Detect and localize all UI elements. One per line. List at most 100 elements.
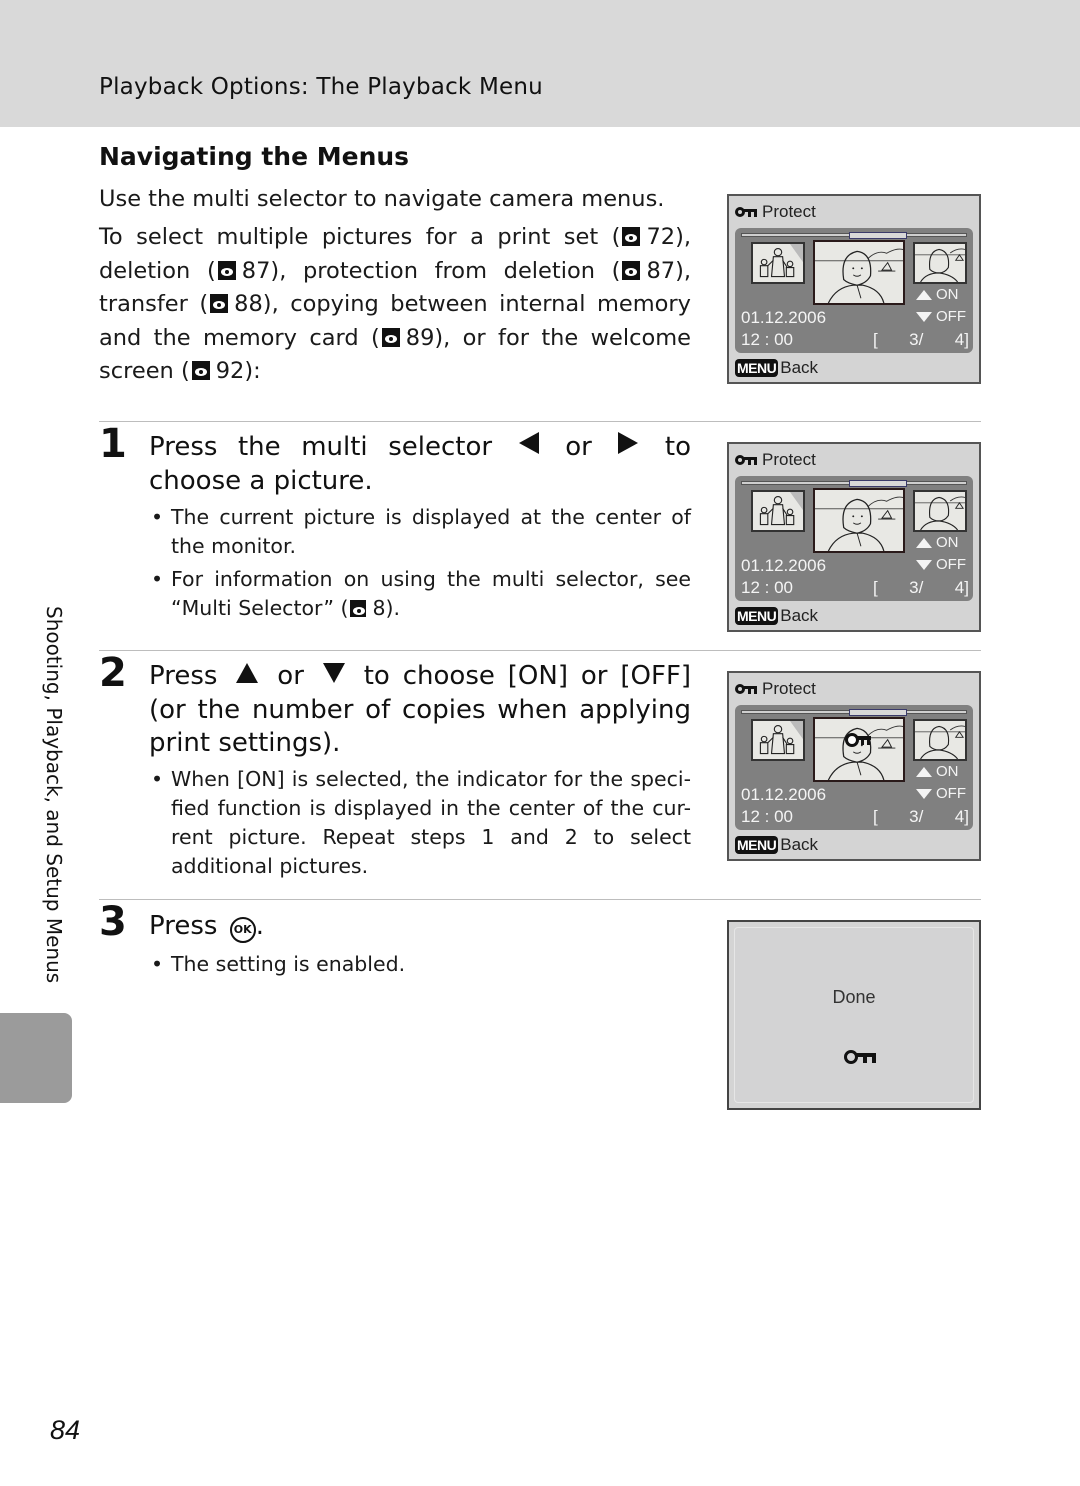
on-label: ON <box>936 286 959 303</box>
picture-counter: [3/4] <box>873 330 969 350</box>
bullet-item: When [ON] is selected, the indicator for… <box>149 765 691 881</box>
previous-picture-thumbnail <box>751 490 805 532</box>
picture-time: 12 : 00 <box>741 807 793 826</box>
bullet-item: For information on using the multi selec… <box>149 565 691 623</box>
camera-menu-title-text: Protect <box>762 450 816 469</box>
current-picture <box>813 717 905 782</box>
step-heading-text: or <box>565 432 592 462</box>
up-arrow-icon <box>236 663 259 683</box>
step-heading-text: Press the multi selector <box>149 432 493 462</box>
protect-key-icon <box>735 450 762 470</box>
page-reference-icon <box>217 260 236 280</box>
down-arrow-icon <box>916 311 932 322</box>
up-arrow-icon <box>916 289 932 300</box>
page-reference-icon <box>350 600 367 617</box>
current-picture <box>813 240 905 305</box>
intro-text-part: To select multiple pictures for a print … <box>99 224 621 250</box>
intro-references: To select multiple pictures for a print … <box>99 221 691 389</box>
step-number: 1 <box>99 421 127 467</box>
bullet-text: For information on using the multi selec… <box>171 567 691 620</box>
page-reference-icon <box>622 260 641 280</box>
protect-key-icon <box>735 202 762 222</box>
side-tab <box>0 1013 72 1103</box>
on-label: ON <box>936 763 959 780</box>
camera-menu-title-text: Protect <box>762 679 816 698</box>
camera-menu-title-text: Protect <box>762 202 816 221</box>
picture-date: 01.12.2006 <box>741 785 827 804</box>
next-picture-thumbnail <box>913 719 967 761</box>
menu-button-icon: MENU <box>735 607 779 625</box>
counter-total: 4] <box>954 330 969 349</box>
picture-scrollbar <box>741 232 967 239</box>
back-label: Back <box>780 358 819 377</box>
camera-screen-protect: Protect ON OFF 01.12.2006 12 : 00 [3/4] MENU Ba… <box>727 671 981 861</box>
done-panel: Done <box>734 927 974 1103</box>
done-text: Done <box>832 987 876 1007</box>
counter-current: 3/ <box>909 578 924 597</box>
side-tab-label-wrap: Shooting, Playback, and Setup Menus <box>42 606 67 983</box>
protect-key-icon <box>844 1049 881 1068</box>
camera-menu-title: Protect <box>735 679 816 699</box>
intro-text: Use the multi selector to navigate camer… <box>99 186 665 212</box>
picture-time: 12 : 00 <box>741 330 793 349</box>
off-label: OFF <box>936 308 966 325</box>
step-number: 2 <box>99 650 127 696</box>
off-label: OFF <box>936 785 966 802</box>
down-arrow-icon <box>916 788 932 799</box>
previous-picture-thumbnail <box>751 242 805 284</box>
next-picture-thumbnail <box>913 242 967 284</box>
on-option: ON <box>916 286 959 303</box>
picture-date: 01.12.2006 <box>741 308 827 327</box>
picture-counter: [3/4] <box>873 807 969 827</box>
page-reference-icon <box>381 327 400 347</box>
step-heading-text: . <box>255 911 264 941</box>
picture-counter: [3/4] <box>873 578 969 598</box>
on-option: ON <box>916 763 959 780</box>
protected-indicator-icon <box>845 733 874 752</box>
off-option: OFF <box>916 308 966 325</box>
left-arrow-icon <box>518 432 539 454</box>
bullet-item: The current picture is displayed at the … <box>149 503 691 561</box>
camera-playback-panel: ON OFF 01.12.2006 12 : 00 [3/4] <box>735 705 973 830</box>
step-heading: Press or to choose [ON] or [OFF] (or the… <box>149 660 691 761</box>
page-reference-icon <box>191 361 210 380</box>
divider <box>99 421 981 422</box>
step-bullets: When [ON] is selected, the indicator for… <box>149 765 691 885</box>
menu-button-icon: MENU <box>735 359 779 377</box>
section-title: Navigating the Menus <box>99 142 410 171</box>
back-hint: MENU Back <box>735 606 818 626</box>
divider <box>99 650 981 651</box>
menu-button-icon: MENU <box>735 836 779 854</box>
back-hint: MENU Back <box>735 358 818 378</box>
intro-text-part: 92): <box>215 358 261 384</box>
camera-playback-panel: ON OFF 01.12.2006 12 : 00 [3/4] <box>735 228 973 353</box>
page-header-title: Playback Options: The Playback Menu <box>99 74 543 100</box>
on-label: ON <box>936 534 959 551</box>
counter-current: 3/ <box>909 330 924 349</box>
step-heading: Press the multi selector or to choose a … <box>149 431 691 498</box>
picture-date: 01.12.2006 <box>741 556 827 575</box>
divider <box>99 899 981 900</box>
counter-current: 3/ <box>909 807 924 826</box>
camera-playback-panel: ON OFF 01.12.2006 12 : 00 [3/4] <box>735 476 973 601</box>
down-arrow-icon <box>916 559 932 570</box>
step-heading-text: or <box>277 661 304 691</box>
page-reference-icon <box>210 294 229 313</box>
back-hint: MENU Back <box>735 835 818 855</box>
back-label: Back <box>780 835 819 854</box>
counter-total: 4] <box>954 578 969 597</box>
off-label: OFF <box>936 556 966 573</box>
camera-menu-title: Protect <box>735 450 816 470</box>
off-option: OFF <box>916 785 966 802</box>
back-label: Back <box>780 606 819 625</box>
previous-picture-thumbnail <box>751 719 805 761</box>
right-arrow-icon <box>618 432 639 454</box>
off-option: OFF <box>916 556 966 573</box>
picture-time: 12 : 00 <box>741 578 793 597</box>
current-picture <box>813 488 905 553</box>
intro-text-part: 87), protection from deletion ( <box>241 257 621 284</box>
step-heading-text: Press <box>149 911 218 941</box>
camera-menu-title: Protect <box>735 202 816 222</box>
next-picture-thumbnail <box>913 490 967 532</box>
counter-bracket: [ <box>873 578 878 597</box>
